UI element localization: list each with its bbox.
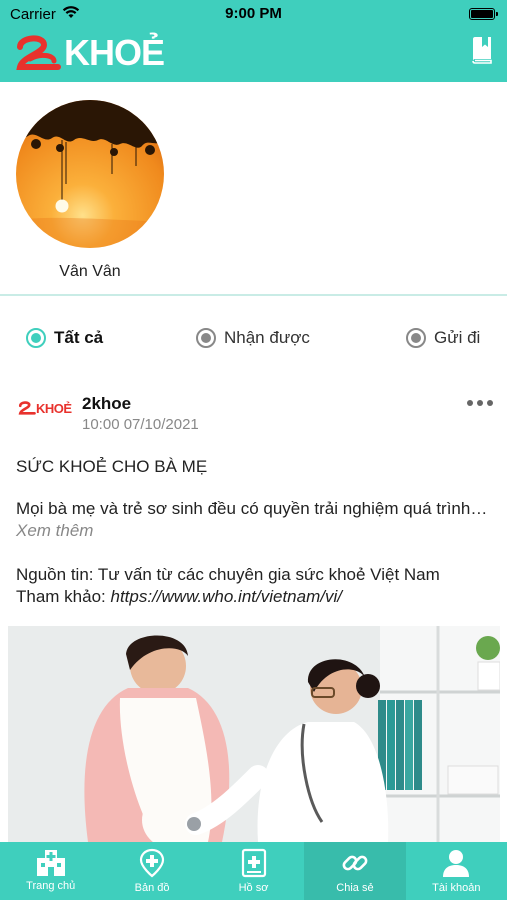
radio-icon (196, 328, 216, 348)
post-ref-link[interactable]: https://www.who.int/vietnam/vi/ (111, 587, 342, 606)
app-header: KHOẺ (0, 28, 507, 82)
filter-all[interactable]: Tất cả (26, 328, 103, 348)
tab-bar: Trang chủ Bản đồ Hồ sơ Chia sẻ Tài khoản (0, 842, 507, 900)
more-options-icon[interactable] (467, 400, 493, 406)
hospital-icon (36, 850, 65, 876)
tab-map[interactable]: Bản đồ (101, 842, 202, 900)
profile-section: Vân Vân (0, 82, 507, 296)
post-title: SỨC KHOẺ CHO BÀ MẸ (16, 457, 208, 476)
tab-label: Bản đồ (134, 882, 170, 894)
tab-records[interactable]: Hồ sơ (203, 842, 304, 900)
radio-selected-icon (26, 328, 46, 348)
clock-label: 9:00 PM (225, 5, 282, 22)
filter-label: Nhận được (224, 328, 310, 347)
post-author[interactable]: 2khoe (82, 394, 131, 414)
radio-icon (406, 328, 426, 348)
user-icon (443, 850, 470, 877)
logo-mark-icon (18, 401, 36, 415)
battery-icon (469, 8, 498, 20)
filter-label: Gửi đi (434, 328, 481, 347)
post-image[interactable] (8, 626, 500, 842)
map-pin-icon (140, 848, 165, 878)
medical-record-icon (241, 848, 266, 878)
post-author-logo[interactable]: KHOẺ (18, 400, 72, 416)
tab-label: Trang chủ (26, 880, 76, 892)
see-more-link[interactable]: Xem thêm (16, 520, 491, 542)
tab-home[interactable]: Trang chủ (0, 842, 101, 900)
post-header: KHOẺ 2khoe 10:00 07/10/2021 (0, 388, 507, 438)
avatar[interactable] (16, 100, 164, 248)
post-reference: Tham khảo: https://www.who.int/vietnam/v… (16, 586, 491, 608)
post-ref-label: Tham khảo: (16, 587, 111, 606)
profile-name: Vân Vân (59, 263, 121, 280)
tab-label: Chia sẻ (336, 882, 374, 894)
app-logo[interactable]: KHOẺ (14, 31, 165, 75)
post-time: 10:00 07/10/2021 (82, 416, 199, 433)
filter-received[interactable]: Nhận được (196, 328, 310, 348)
tab-label: Tài khoản (432, 882, 481, 894)
post-source: Nguồn tin: Tư vấn từ các chuyên gia sức … (16, 565, 440, 584)
logo-text: KHOẺ (64, 32, 165, 73)
status-bar: Carrier 9:00 PM (0, 0, 507, 28)
post-body: SỨC KHOẺ CHO BÀ MẸ Mọi bà mẹ và trẻ sơ s… (16, 456, 491, 608)
post-logo-text: KHOẺ (36, 400, 72, 416)
tab-account[interactable]: Tài khoản (406, 842, 507, 900)
filter-label: Tất cả (54, 328, 104, 347)
book-icon[interactable] (471, 36, 493, 64)
link-icon (342, 855, 368, 871)
tab-label: Hồ sơ (238, 882, 269, 894)
filter-sent[interactable]: Gửi đi (406, 328, 480, 348)
tab-share[interactable]: Chia sẻ (304, 842, 406, 900)
logo-mark-icon (16, 35, 61, 70)
filter-bar: Tất cả Nhận được Gửi đi (0, 318, 507, 360)
post-summary: Mọi bà mẹ và trẻ sơ sinh đều có quyền tr… (16, 499, 491, 518)
